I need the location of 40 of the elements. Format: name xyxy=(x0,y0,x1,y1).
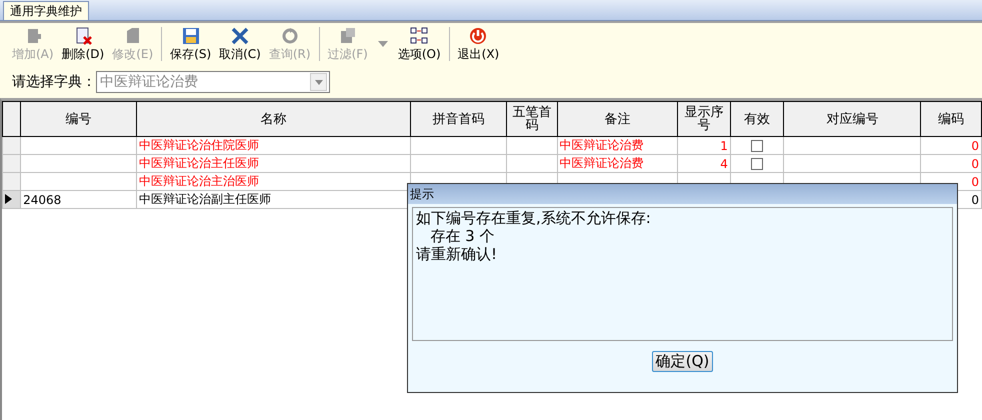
message-line: 如下编号存在重复,系统不允许保存: xyxy=(416,209,652,227)
checkbox[interactable] xyxy=(751,140,764,152)
dictionary-dropdown[interactable]: 中医辩证论治费 xyxy=(96,71,330,93)
table-cell: 中医辩证论治费 xyxy=(557,154,678,172)
dropdown-arrow-icon xyxy=(314,80,322,84)
close-icon xyxy=(229,26,251,46)
save-button[interactable]: 保存(S) xyxy=(166,26,216,62)
grid-icon xyxy=(408,26,430,46)
ok-button[interactable]: 确定(Q) xyxy=(652,351,714,372)
message-line: 请重新确认! xyxy=(416,245,498,263)
table-cell: 1 xyxy=(678,136,730,154)
window-tab[interactable]: 通用字典维护 xyxy=(3,1,89,20)
table-cell: 0 xyxy=(920,136,982,154)
dictionary-label: 请选择字典： xyxy=(12,73,96,91)
delete-button[interactable]: 删除(D) xyxy=(58,26,108,62)
table-cell: 24068 xyxy=(20,190,137,208)
row-header[interactable] xyxy=(2,136,21,154)
cancel-button[interactable]: 取消(C) xyxy=(215,26,265,62)
options-button[interactable]: 选项(O) xyxy=(394,26,445,62)
column-header[interactable]: 名称 xyxy=(136,102,411,136)
message-line: 存在 3 个 xyxy=(429,227,496,245)
exit-button[interactable]: 退出(X) xyxy=(454,26,504,62)
table-cell: 中医辩证论治主任医师 xyxy=(136,154,411,172)
column-header[interactable]: 拼音首码 xyxy=(410,102,507,136)
table-cell: 中医辩证论治费 xyxy=(557,136,678,154)
dialog-title: 提示 xyxy=(408,184,957,204)
column-header[interactable]: 编码 xyxy=(920,102,982,136)
column-header[interactable]: 显示序号 xyxy=(678,102,730,136)
column-header[interactable]: 对应编号 xyxy=(784,102,921,136)
checkbox[interactable] xyxy=(751,158,764,170)
column-header[interactable]: 备注 xyxy=(557,102,678,136)
current-row-icon xyxy=(5,194,12,204)
table-cell: 0 xyxy=(920,154,982,172)
column-header[interactable]: 五笔首码 xyxy=(506,102,557,136)
table-cell: 中医辩证论治住院医师 xyxy=(136,136,411,154)
column-header[interactable]: 有效 xyxy=(730,102,784,136)
table-cell: 4 xyxy=(678,154,730,172)
dropdown-arrow-icon[interactable] xyxy=(378,41,388,47)
column-header[interactable]: 编号 xyxy=(20,102,137,136)
row-header[interactable] xyxy=(2,190,21,208)
